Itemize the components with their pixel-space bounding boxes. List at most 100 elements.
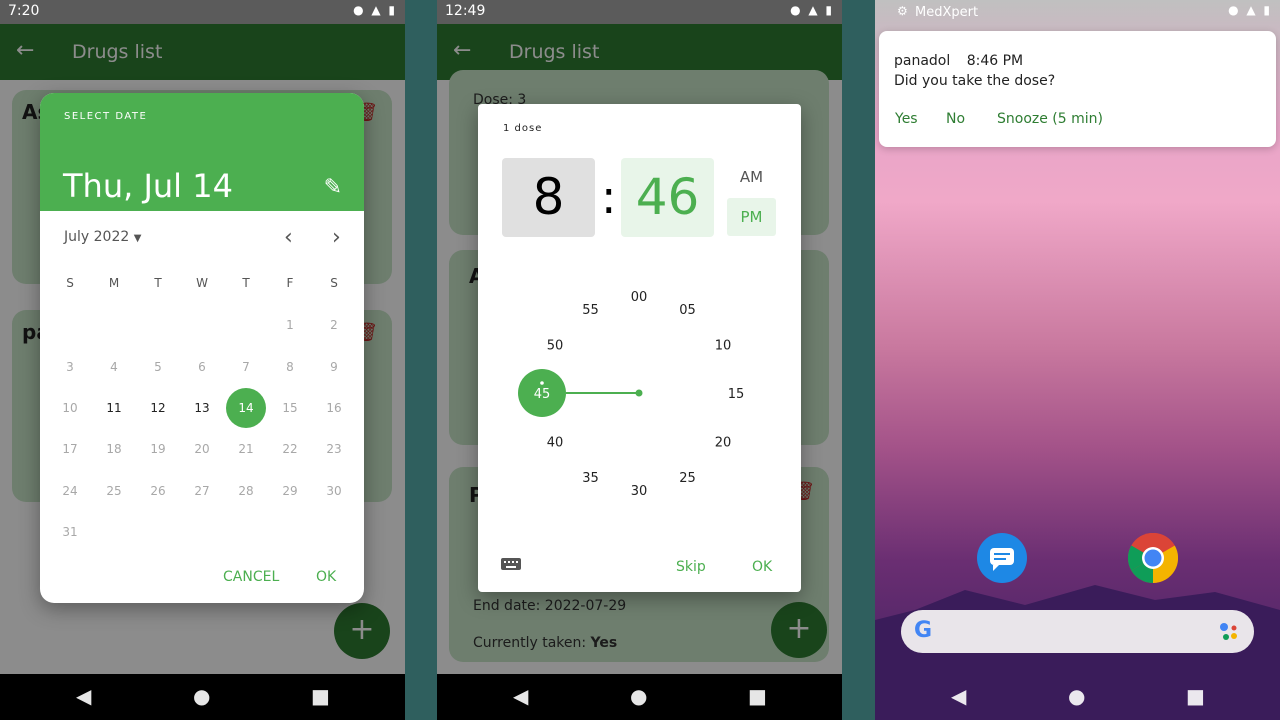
yes-action-button[interactable]: Yes: [895, 111, 918, 127]
weekday-label: T: [242, 276, 250, 290]
screen-time-picker: ← Drugs list Dose: 3 Ac Pa 🗑 End date: 2…: [437, 0, 842, 720]
calendar-day[interactable]: 6: [182, 347, 222, 387]
clock-minute-label[interactable]: 30: [631, 484, 648, 499]
clock-minute-label[interactable]: 50: [547, 339, 564, 354]
calendar-day[interactable]: 2: [314, 305, 354, 345]
calendar-day[interactable]: 17: [50, 429, 90, 469]
previous-month-icon[interactable]: ‹: [284, 225, 293, 250]
notification-drug: panadol: [894, 53, 951, 69]
clock-minute-label[interactable]: 10: [715, 339, 732, 354]
clock-center: [635, 389, 643, 397]
nav-back-icon[interactable]: ◀: [513, 684, 528, 708]
month-year-dropdown[interactable]: July 2022 ▼: [64, 229, 141, 245]
navigation-bar: ◀ ● ■: [875, 674, 1280, 720]
nav-home-icon[interactable]: ●: [193, 684, 210, 708]
calendar-day[interactable]: 16: [314, 388, 354, 428]
weekday-label: F: [286, 276, 294, 290]
nav-back-icon[interactable]: ◀: [951, 684, 966, 708]
assistant-icon[interactable]: [1218, 621, 1240, 643]
status-time: 12:49: [445, 3, 486, 19]
google-search-bar[interactable]: G: [901, 610, 1254, 653]
calendar-day[interactable]: 15: [270, 388, 310, 428]
nav-home-icon[interactable]: ●: [1068, 684, 1085, 708]
clock-minute-label[interactable]: 25: [679, 471, 696, 486]
calendar-day[interactable]: 10: [50, 388, 90, 428]
notification-time: 8:46 PM: [966, 53, 1024, 69]
calendar-day[interactable]: 19: [138, 429, 178, 469]
weekday-label: M: [108, 276, 120, 290]
calendar-day[interactable]: 25: [94, 471, 134, 511]
screen-date-picker: ← Drugs list As 🗑 pa 🗑 + 7:20 ● ▲ ▮ SELE…: [0, 0, 405, 720]
calendar-day[interactable]: 29: [270, 471, 310, 511]
status-bar: 7:20 ● ▲ ▮: [0, 0, 405, 24]
navigation-bar: ◀ ● ■: [0, 674, 405, 720]
clock-minute-label[interactable]: 20: [715, 436, 732, 451]
nav-recents-icon[interactable]: ■: [1186, 684, 1205, 708]
notification-title: panadol 8:46 PM: [894, 53, 1023, 69]
no-action-button[interactable]: No: [946, 111, 965, 127]
calendar-day[interactable]: 20: [182, 429, 222, 469]
ok-button[interactable]: OK: [316, 569, 336, 585]
cancel-button[interactable]: CANCEL: [223, 569, 279, 585]
minute-marker: [540, 381, 544, 385]
screen-home-notification: ⚙ MedXpert ● ▲ ▮ panadol 8:46 PM Did you…: [875, 0, 1280, 720]
snooze-action-button[interactable]: Snooze (5 min): [997, 111, 1103, 127]
skip-button[interactable]: Skip: [676, 559, 706, 575]
calendar-day[interactable]: 8: [270, 347, 310, 387]
calendar-day[interactable]: 27: [182, 471, 222, 511]
nav-home-icon[interactable]: ●: [630, 684, 647, 708]
clock-minute-label[interactable]: 00: [631, 290, 648, 305]
status-bar: ⚙ MedXpert ● ▲ ▮: [875, 0, 1280, 24]
clock-dial[interactable]: 00 05 10 15 20 25 30 35 40 45 50 55: [478, 104, 801, 592]
keyboard-icon[interactable]: [500, 556, 522, 572]
google-logo-icon: G: [914, 618, 933, 643]
calendar-day[interactable]: 30: [314, 471, 354, 511]
edit-pencil-icon[interactable]: ✎: [324, 175, 342, 200]
calendar-day[interactable]: 13: [182, 388, 222, 428]
next-month-icon[interactable]: ›: [332, 225, 341, 250]
calendar-day[interactable]: 23: [314, 429, 354, 469]
status-icons: ● ▲ ▮: [1228, 3, 1272, 17]
calendar-day[interactable]: 24: [50, 471, 90, 511]
calendar-day[interactable]: 14: [226, 388, 266, 428]
calendar-day[interactable]: 26: [138, 471, 178, 511]
month-year-label: July 2022: [64, 229, 130, 245]
calendar-day[interactable]: 9: [314, 347, 354, 387]
clock-minute-label[interactable]: 05: [679, 303, 696, 318]
selected-date: Thu, Jul 14: [63, 167, 233, 205]
calendar-day[interactable]: 4: [94, 347, 134, 387]
clock-minute-label[interactable]: 45: [534, 387, 551, 402]
ok-button[interactable]: OK: [752, 559, 772, 575]
notification-card[interactable]: panadol 8:46 PM Did you take the dose? Y…: [879, 31, 1276, 147]
status-icons: ● ▲ ▮: [790, 3, 834, 17]
calendar-day[interactable]: 28: [226, 471, 266, 511]
clock-minute-label[interactable]: 35: [582, 471, 599, 486]
time-picker-dialog: 1 dose 8 : 46 AM PM 00 05 10 15 20 25 30 35 40 45…: [478, 104, 801, 592]
calendar-day[interactable]: 1: [270, 305, 310, 345]
status-icons: ● ▲ ▮: [353, 3, 397, 17]
nav-recents-icon[interactable]: ■: [311, 684, 330, 708]
calendar-day[interactable]: 12: [138, 388, 178, 428]
calendar-day[interactable]: 31: [50, 512, 90, 552]
chrome-app-icon[interactable]: [1127, 532, 1179, 584]
navigation-bar: ◀ ● ■: [437, 674, 842, 720]
select-date-label: SELECT DATE: [64, 111, 148, 122]
weekday-label: S: [330, 276, 338, 290]
clock-minute-label[interactable]: 15: [728, 387, 745, 402]
nav-back-icon[interactable]: ◀: [76, 684, 91, 708]
nav-recents-icon[interactable]: ■: [748, 684, 767, 708]
calendar-day[interactable]: 11: [94, 388, 134, 428]
date-picker-header: SELECT DATE Thu, Jul 14 ✎: [40, 93, 364, 211]
weekday-label: T: [154, 276, 162, 290]
calendar-day[interactable]: 3: [50, 347, 90, 387]
clock-minute-label[interactable]: 40: [547, 436, 564, 451]
calendar-day[interactable]: 5: [138, 347, 178, 387]
calendar-day[interactable]: 18: [94, 429, 134, 469]
calendar-day[interactable]: 7: [226, 347, 266, 387]
date-picker-dialog: SELECT DATE Thu, Jul 14 ✎ July 2022 ▼ ‹ …: [40, 93, 364, 603]
dropdown-arrow-icon: ▼: [133, 233, 142, 244]
calendar-day[interactable]: 21: [226, 429, 266, 469]
messages-app-icon[interactable]: [977, 533, 1027, 583]
calendar-day[interactable]: 22: [270, 429, 310, 469]
clock-minute-label[interactable]: 55: [582, 303, 599, 318]
